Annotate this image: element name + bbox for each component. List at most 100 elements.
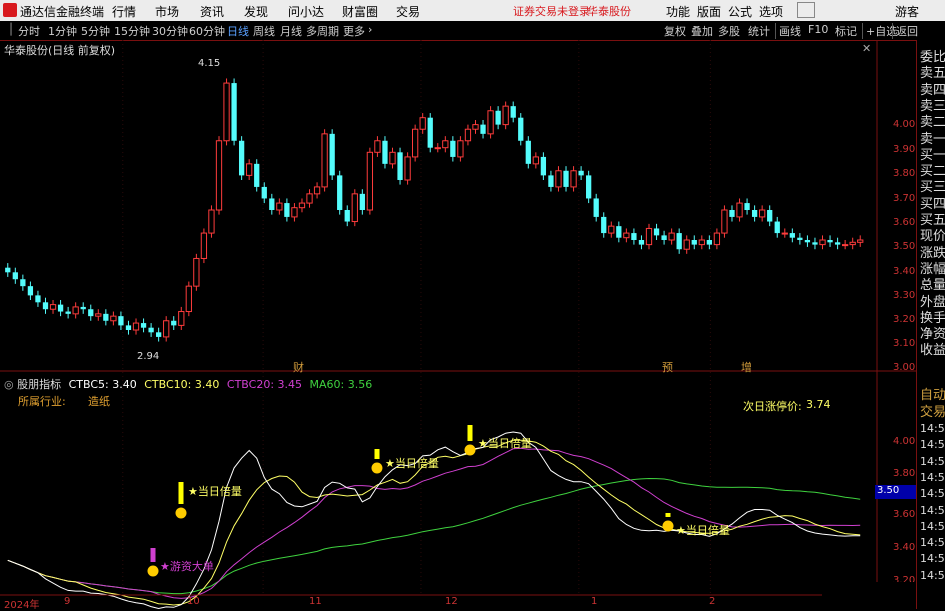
candle [88,309,94,317]
menu-markets[interactable]: 市场 [155,3,179,20]
tool-multistock[interactable]: 多股 [718,23,740,39]
price-tick: 3.50 [893,241,916,252]
menu-function[interactable]: 功能 [666,3,690,20]
period-30min[interactable]: 30分钟 [152,23,188,39]
event-marker-increase[interactable]: 增 [741,359,752,375]
app-logo-icon [3,3,17,17]
chevron-right-icon[interactable]: › [368,23,372,36]
menu-wealth[interactable]: 财富圈 [342,3,378,20]
candle [223,82,230,142]
period-bar-icon[interactable]: ▕ [3,23,11,36]
price-tick: 3.30 [893,290,916,301]
candle [419,117,426,130]
indicator-tick: 4.00 [893,436,916,447]
candle [344,210,350,222]
ctbc5-value: CTBC5: 3.40 [68,378,137,391]
tool-adjust[interactable]: 复权 [664,23,686,39]
x-axis-month: 9 [64,596,71,607]
indicator-toggle-icon[interactable]: ◎ [4,378,14,391]
tick-time: 14:55 [920,454,945,468]
candle [631,233,637,240]
guest-label[interactable]: 游客 [895,3,919,20]
candle [487,110,494,135]
period-weekly[interactable]: 周线 [253,23,275,39]
candle [313,186,321,195]
indicator-name[interactable]: 股朋指标 [17,378,61,391]
candle [804,240,811,243]
chart-area[interactable] [0,40,916,609]
menu-trade[interactable]: 交易 [396,3,420,20]
candle [774,221,780,234]
candle [140,323,147,328]
x-axis-month: 12 [445,596,458,607]
candle [464,128,472,142]
candle [502,105,509,126]
tool-f10[interactable]: F10 [808,23,828,36]
candle [238,140,245,176]
login-notice[interactable]: 证券交易未登录 [513,3,590,19]
signal-bar [467,425,473,441]
candle [495,110,501,125]
x-axis-month: 2 [709,596,716,607]
candle [532,156,539,165]
limit-up-value: 3.74 [806,398,831,411]
menu-formula[interactable]: 公式 [728,3,752,20]
period-monthly[interactable]: 月线 [280,23,302,39]
tick-time: 14:56 [920,487,945,501]
candle [751,210,758,217]
tool-draw[interactable]: 画线 [775,23,801,39]
candle [540,156,547,176]
menu-market[interactable]: 行情 [112,3,136,20]
tool-overlay[interactable]: 叠加 [691,23,713,39]
candle [208,209,215,234]
candle [781,232,788,235]
candle [200,232,208,259]
ctbc10-value: CTBC10: 3.40 [144,378,220,391]
candle [586,175,592,199]
watermark-logo [822,582,916,609]
tool-back[interactable]: 返回 [892,23,918,39]
event-marker-forecast[interactable]: 预 [662,359,673,375]
menu-ask[interactable]: 问小达 [288,3,324,20]
menu-options[interactable]: 选项 [759,3,783,20]
candle [842,244,849,247]
candle [35,295,41,303]
candle [812,242,818,245]
period-60min[interactable]: 60分钟 [189,23,225,39]
candle [548,175,554,187]
candle [57,304,64,312]
period-5min[interactable]: 5分钟 [81,23,110,39]
x-axis-month: 1 [591,596,598,607]
period-bar: ▕ 分时 1分钟 5分钟 15分钟 30分钟 60分钟 日线 周线 月线 多周期… [0,21,945,41]
period-daily[interactable]: 日线 [227,23,249,39]
menu-discover[interactable]: 发现 [244,3,268,20]
candle [404,156,411,181]
period-intraday[interactable]: 分时 [18,23,40,39]
candle [269,198,275,210]
candle [163,320,170,338]
candle [178,311,185,326]
period-1min[interactable]: 1分钟 [48,23,77,39]
tool-stats[interactable]: 统计 [748,23,770,39]
candle [759,209,766,218]
period-15min[interactable]: 15分钟 [114,23,150,39]
tool-mark[interactable]: 标记 [835,23,857,39]
close-pane-icon[interactable]: ✕ [862,42,871,55]
signal-volume-3: ★当日倍量 [478,437,532,450]
menu-news[interactable]: 资讯 [200,3,224,20]
low-price-label: 2.94 [137,351,160,362]
candle [767,210,773,222]
candle [442,140,449,149]
candle [110,315,117,322]
signal-bar [665,513,671,517]
period-multi[interactable]: 多周期 [306,23,339,39]
event-marker-finance[interactable]: 财 [293,359,304,375]
menu-layout[interactable]: 版面 [697,3,721,20]
candle [291,207,298,218]
smiley-icon [371,462,383,474]
window-icon[interactable] [797,2,815,18]
period-more[interactable]: 更多 [343,23,365,39]
candle [337,175,343,210]
panel-tab[interactable]: 交易 [920,401,945,420]
candle [593,198,599,217]
